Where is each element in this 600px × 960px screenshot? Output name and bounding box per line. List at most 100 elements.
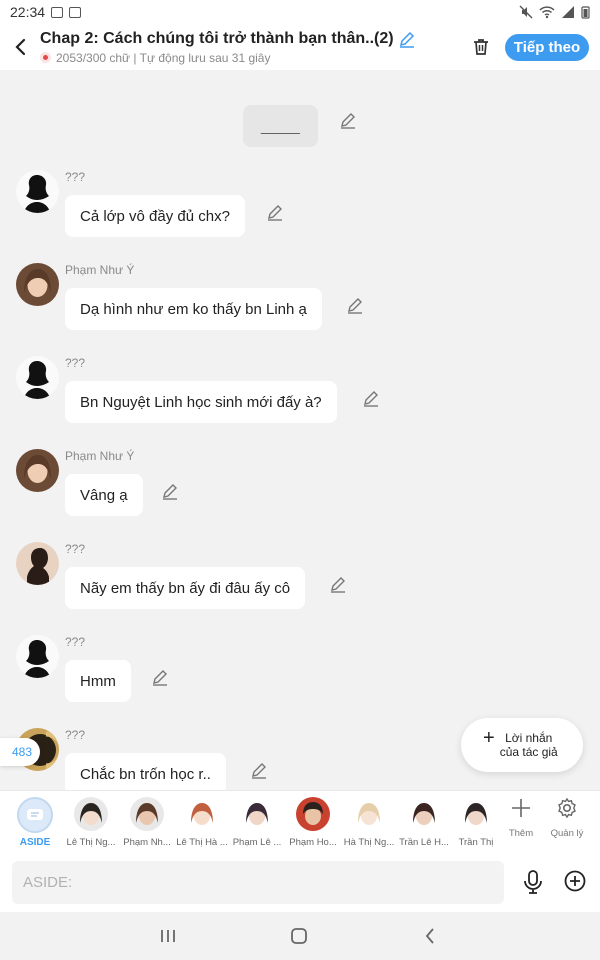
silhouette-icon <box>16 635 59 678</box>
autosave-dot-icon <box>40 52 51 63</box>
character-item[interactable]: Phạm Lê ... <box>228 797 286 848</box>
avatar[interactable] <box>16 170 59 213</box>
character-name: Trần Lê H... <box>399 837 449 848</box>
girl-avatar-icon <box>16 449 59 492</box>
more-label: Thêm <box>508 828 534 839</box>
edit-title-icon[interactable] <box>398 30 416 48</box>
character-avatar <box>296 797 330 831</box>
girl-avatar-icon <box>16 263 59 306</box>
character-avatar <box>74 797 108 831</box>
microphone-icon[interactable] <box>522 870 544 894</box>
character-avatar <box>130 797 164 831</box>
silhouette-icon <box>16 170 59 213</box>
avatar[interactable] <box>16 449 59 492</box>
sender-name: ??? <box>65 635 86 649</box>
home-button[interactable] <box>289 926 309 946</box>
scene-divider[interactable]: _____ <box>243 105 318 147</box>
input-bar <box>0 854 600 912</box>
title-area: Chap 2: Cách chúng tôi trở thành bạn thâ… <box>40 30 440 65</box>
sender-name: ??? <box>65 170 86 184</box>
character-name: Phạm Lê ... <box>232 837 282 848</box>
character-avatar <box>352 797 386 831</box>
edit-icon[interactable] <box>346 296 364 314</box>
avatar[interactable] <box>16 542 59 585</box>
back-icon <box>425 928 434 944</box>
add-circle-icon[interactable] <box>564 870 586 892</box>
chat-area[interactable]: _____ ??? Cả lớp vô đầy đủ chx? Phạm Như… <box>0 70 600 790</box>
manage-button[interactable]: Quản lý <box>547 797 587 839</box>
system-nav-bar <box>0 912 600 960</box>
message-bubble[interactable]: Dạ hình như em ko thấy bn Linh ạ <box>65 288 322 330</box>
camera-icon <box>69 6 82 18</box>
manage-label: Quản lý <box>550 828 584 839</box>
avatar[interactable] <box>16 356 59 399</box>
character-bar: ASIDE Lê Thị Ng... Phạm Nh... Lê Thị Hà … <box>0 790 600 854</box>
character-item[interactable]: Trần Thị <box>447 797 505 848</box>
character-aside[interactable]: ASIDE <box>6 797 64 848</box>
character-item[interactable]: Trần Lê H... <box>395 797 453 848</box>
edit-icon[interactable] <box>266 203 284 221</box>
message-bubble[interactable]: Nãy em thấy bn ấy đi đâu ấy cô <box>65 567 306 609</box>
character-name: Lê Thị Hà ... <box>176 837 228 848</box>
edit-icon[interactable] <box>250 761 268 779</box>
edit-icon[interactable] <box>339 111 357 129</box>
counter-badge[interactable]: 483 <box>0 738 40 766</box>
word-count-status: 2053/300 chữ | Tự động lưu sau 31 giây <box>56 50 271 65</box>
message-bubble[interactable]: Chắc bn trốn học r.. <box>65 753 226 790</box>
character-item[interactable]: Lê Thị Ng... <box>62 797 120 848</box>
recent-apps-icon <box>161 930 175 942</box>
add-character-button[interactable]: Thêm <box>501 797 541 839</box>
sender-name: ??? <box>65 356 86 370</box>
battery-icon <box>581 6 590 19</box>
silhouette-icon <box>16 542 59 585</box>
author-note-label: Lời nhắn của tác giả <box>499 731 558 759</box>
gallery-icon <box>51 6 64 18</box>
character-avatar <box>407 797 441 831</box>
character-avatar <box>459 797 493 831</box>
plus-icon: + <box>483 727 495 749</box>
edit-icon[interactable] <box>151 668 169 686</box>
character-item[interactable]: Hà Thị Ng... <box>340 797 398 848</box>
character-name: Trần Thị <box>458 837 494 848</box>
chat-bubble-icon <box>27 809 43 820</box>
home-icon <box>291 928 307 944</box>
character-name: Phạm Ho... <box>289 837 337 848</box>
character-item[interactable]: Phạm Ho... <box>284 797 342 848</box>
signal-icon <box>562 6 574 18</box>
author-note-button[interactable]: + Lời nhắn của tác giả <box>461 718 583 772</box>
sender-name: Phạm Như Ý <box>65 263 135 277</box>
character-name: Phạm Nh... <box>123 837 171 848</box>
character-avatar <box>185 797 219 831</box>
recent-apps-button[interactable] <box>158 926 178 946</box>
aside-avatar <box>17 797 53 833</box>
edit-icon[interactable] <box>161 482 179 500</box>
character-name: Hà Thị Ng... <box>343 837 395 848</box>
sender-name: ??? <box>65 542 86 556</box>
nav-back-button[interactable] <box>420 926 440 946</box>
chevron-left-icon <box>15 38 26 56</box>
edit-icon[interactable] <box>362 389 380 407</box>
message-bubble[interactable]: Cả lớp vô đầy đủ chx? <box>65 195 245 237</box>
chapter-title: Chap 2: Cách chúng tôi trở thành bạn thâ… <box>40 29 394 47</box>
header: Chap 2: Cách chúng tôi trở thành bạn thâ… <box>0 24 600 70</box>
message-bubble[interactable]: Bn Nguyệt Linh học sinh mới đấy à? <box>65 381 337 423</box>
back-button[interactable] <box>0 24 40 70</box>
message-bubble[interactable]: Hmm <box>65 660 131 702</box>
message-bubble[interactable]: Vâng ạ <box>65 474 143 516</box>
avatar[interactable] <box>16 635 59 678</box>
status-bar: 22:34 <box>0 0 600 24</box>
delete-button[interactable] <box>468 34 494 60</box>
sender-name: ??? <box>65 728 86 742</box>
character-item[interactable]: Lê Thị Hà ... <box>173 797 231 848</box>
aside-label: ASIDE <box>19 837 51 848</box>
silhouette-icon <box>16 356 59 399</box>
avatar[interactable] <box>16 263 59 306</box>
next-button[interactable]: Tiếp theo <box>505 34 589 61</box>
plus-icon <box>512 799 530 817</box>
character-item[interactable]: Phạm Nh... <box>118 797 176 848</box>
character-name: Lê Thị Ng... <box>66 837 116 848</box>
edit-icon[interactable] <box>329 575 347 593</box>
sender-name: Phạm Như Ý <box>65 449 135 463</box>
mute-icon <box>519 5 533 19</box>
message-input[interactable] <box>12 861 504 904</box>
